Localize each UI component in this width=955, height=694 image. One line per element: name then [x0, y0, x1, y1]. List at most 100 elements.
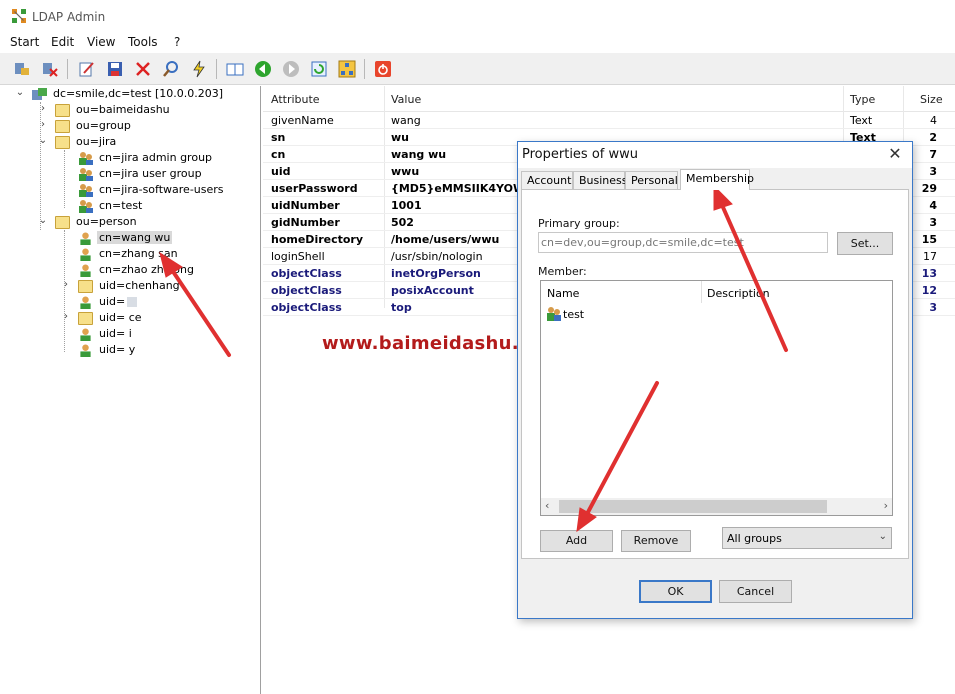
- attribute-size: 7: [929, 148, 937, 161]
- attribute-size: 4: [929, 199, 937, 212]
- column-description[interactable]: Description: [707, 287, 770, 300]
- attribute-value: wang wu: [391, 148, 447, 161]
- dialog-title: Properties of wwu: [522, 147, 638, 162]
- tree-node-label: uid= ce: [99, 311, 142, 324]
- tree-node-label: cn=jira user group: [99, 167, 202, 180]
- attribute-name: gidNumber: [271, 216, 340, 229]
- forward-icon[interactable]: [282, 60, 300, 78]
- tab-business[interactable]: Business: [573, 171, 628, 189]
- column-type[interactable]: Type: [850, 93, 875, 106]
- tree-node-label: uid= i: [99, 327, 132, 340]
- back-icon[interactable]: [254, 60, 272, 78]
- member-label: Member:: [538, 265, 587, 278]
- attribute-value: /home/users/wwu: [391, 233, 500, 246]
- user-icon: [80, 296, 91, 309]
- menu-bar: Start Edit View Tools ?: [0, 33, 955, 53]
- expand-icon[interactable]: ›: [37, 103, 49, 114]
- expand-icon[interactable]: ›: [60, 311, 72, 322]
- toolbar-separator: [216, 59, 217, 79]
- close-icon[interactable]: ✕: [886, 145, 904, 163]
- remove-button[interactable]: Remove: [621, 530, 691, 552]
- delete-icon[interactable]: [134, 60, 152, 78]
- expand-icon[interactable]: ›: [37, 119, 49, 130]
- redacted-mark: [127, 297, 138, 307]
- column-size[interactable]: Size: [920, 93, 943, 106]
- tab-membership[interactable]: Membership: [680, 169, 754, 190]
- exit-icon[interactable]: [374, 60, 392, 78]
- collapse-icon[interactable]: ⌄: [37, 135, 49, 146]
- primary-group-field[interactable]: cn=dev,ou=group,dc=smile,dc=test: [538, 232, 828, 253]
- tab-personal[interactable]: Personal: [625, 171, 678, 189]
- add-button[interactable]: Add: [540, 530, 613, 552]
- attribute-value: 502: [391, 216, 414, 229]
- user-icon: [80, 344, 91, 357]
- attribute-value: wu: [391, 131, 409, 144]
- user-icon: [80, 232, 91, 245]
- tree-root-label: dc=smile,dc=test [10.0.0.203]: [53, 87, 224, 100]
- column-divider: [701, 281, 702, 303]
- tree-node-label: cn=zhang san: [99, 247, 178, 260]
- tree-node-label: cn=zhao zhiyong: [99, 263, 194, 276]
- group-filter-select[interactable]: All groups ⌄: [722, 527, 892, 549]
- member-list[interactable]: Name Description test ‹ ›: [540, 280, 893, 516]
- save-icon[interactable]: [106, 60, 124, 78]
- attribute-size: 4: [930, 114, 937, 127]
- scrollbar-thumb[interactable]: [559, 500, 827, 513]
- group-icon: [79, 168, 93, 181]
- edit-entry-icon[interactable]: [78, 60, 96, 78]
- attribute-name: objectClass: [271, 284, 342, 297]
- directory-tree[interactable]: ⌄ dc=smile,dc=test [10.0.0.203] › ou=bai…: [0, 86, 261, 694]
- dialog-title-bar: Properties of wwu ✕: [518, 142, 912, 168]
- group-icon: [79, 152, 93, 165]
- tree-node-label: ou=jira: [76, 135, 117, 148]
- attribute-value: inetOrgPerson: [391, 267, 481, 280]
- attribute-list-header: Attribute Value Type Size: [263, 86, 955, 112]
- attribute-name: uid: [271, 165, 291, 178]
- attribute-size: 15: [921, 233, 937, 246]
- tab-account[interactable]: Account: [521, 171, 573, 189]
- scroll-right-icon[interactable]: ›: [884, 499, 888, 512]
- title-bar: LDAP Admin: [0, 0, 955, 33]
- column-name[interactable]: Name: [547, 287, 579, 300]
- member-name: test: [563, 308, 585, 321]
- server-icon: [32, 88, 47, 100]
- tree-node-label: ou=group: [76, 119, 131, 132]
- collapse-icon[interactable]: ⌄: [37, 215, 49, 226]
- lightning-icon[interactable]: [190, 60, 208, 78]
- attribute-size: 29: [921, 182, 937, 195]
- disconnect-icon[interactable]: [41, 60, 59, 78]
- column-attribute[interactable]: Attribute: [271, 93, 320, 106]
- attribute-name: userPassword: [271, 182, 358, 195]
- attribute-value: wang: [391, 114, 421, 127]
- column-value[interactable]: Value: [391, 93, 421, 106]
- tree-node-label: uid=: [97, 295, 139, 308]
- scroll-left-icon[interactable]: ‹: [545, 499, 549, 512]
- folder-icon: [55, 104, 70, 117]
- attribute-row[interactable]: givenName wang Text 4: [263, 112, 955, 129]
- book-icon[interactable]: [226, 60, 244, 78]
- menu-view[interactable]: View: [87, 35, 115, 49]
- tree-node-label: cn=wang wu: [97, 231, 173, 244]
- tree-node-label: uid= y: [99, 343, 136, 356]
- tree-node-label: cn=jira-software-users: [99, 183, 224, 196]
- attribute-size: 3: [929, 301, 937, 314]
- cancel-button[interactable]: Cancel: [719, 580, 792, 603]
- connect-icon[interactable]: [13, 60, 31, 78]
- attribute-size: 2: [929, 131, 937, 144]
- expand-icon[interactable]: ›: [60, 279, 72, 290]
- menu-help[interactable]: ?: [174, 35, 180, 49]
- chevron-down-icon: ⌄: [878, 531, 887, 542]
- ok-button[interactable]: OK: [639, 580, 712, 603]
- menu-tools[interactable]: Tools: [128, 35, 158, 49]
- menu-start[interactable]: Start: [10, 35, 39, 49]
- refresh-icon[interactable]: [310, 60, 328, 78]
- attribute-value: /usr/sbin/nologin: [391, 250, 483, 263]
- set-primary-group-button[interactable]: Set...: [837, 232, 893, 255]
- folder-icon: [55, 216, 70, 229]
- menu-edit[interactable]: Edit: [51, 35, 74, 49]
- horizontal-scrollbar[interactable]: ‹ ›: [541, 498, 892, 515]
- tree-icon[interactable]: [338, 60, 356, 78]
- collapse-icon[interactable]: ⌄: [14, 87, 26, 98]
- search-icon[interactable]: [162, 60, 180, 78]
- folder-icon: [55, 136, 70, 149]
